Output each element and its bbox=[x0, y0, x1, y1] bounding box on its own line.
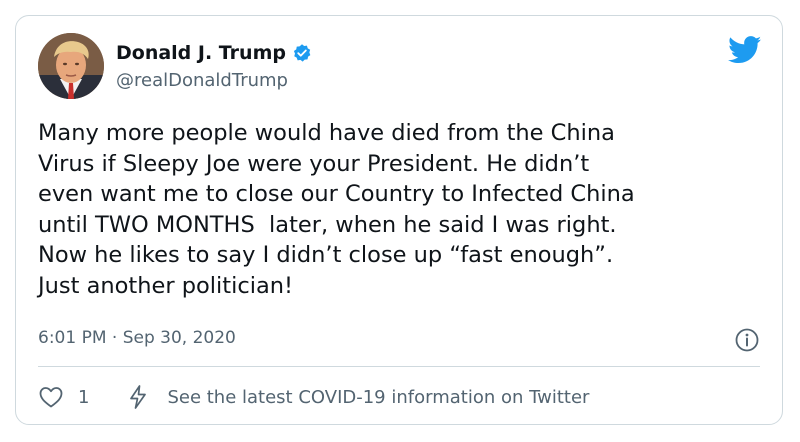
like-button[interactable]: 1 bbox=[38, 385, 89, 409]
tweet-text: Many more people would have died from th… bbox=[38, 118, 763, 301]
tweet-timestamp[interactable]: 6:01 PM · Sep 30, 2020 bbox=[38, 328, 236, 348]
covid-info-label: See the latest COVID-19 information on T… bbox=[167, 386, 590, 408]
tweet-text-line: even want me to close our Country to Inf… bbox=[38, 181, 635, 207]
tweet-actions: 1 See the latest COVID-19 information on… bbox=[38, 384, 589, 410]
tweet-text-line: Just another politician! bbox=[38, 272, 294, 299]
tweet-card: Donald J. Trump @realDonaldTrump Many mo… bbox=[15, 15, 783, 425]
like-count: 1 bbox=[78, 386, 90, 408]
verified-badge-icon bbox=[292, 43, 312, 63]
tweet-text-line: Now he likes to say I didn’t close up “f… bbox=[38, 242, 614, 268]
heart-icon bbox=[38, 385, 64, 409]
covid-info-link[interactable]: See the latest COVID-19 information on T… bbox=[127, 384, 589, 410]
twitter-bird-icon[interactable] bbox=[728, 36, 762, 64]
avatar[interactable] bbox=[38, 33, 104, 99]
author-display-name[interactable]: Donald J. Trump bbox=[116, 41, 286, 65]
info-icon[interactable] bbox=[734, 327, 760, 353]
tweet-text-line: until TWO MONTHS later, when he said I w… bbox=[38, 211, 617, 238]
tweet-text-line: Many more people would have died from th… bbox=[38, 120, 615, 146]
author-handle[interactable]: @realDonaldTrump bbox=[116, 70, 288, 92]
lightning-bolt-icon bbox=[127, 384, 149, 410]
divider bbox=[38, 366, 760, 367]
tweet-text-line: Virus if Sleepy Joe were your President.… bbox=[38, 150, 590, 177]
author-name-row: Donald J. Trump bbox=[116, 41, 312, 65]
